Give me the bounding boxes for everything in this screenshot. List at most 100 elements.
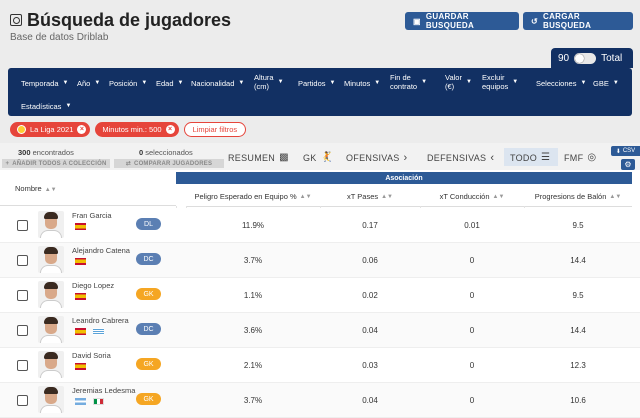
filter-nacionalidad[interactable]: Nacionalidad ▼ [191, 79, 244, 88]
position-badge: GK [136, 288, 161, 300]
caret-down-icon: ▼ [277, 78, 284, 85]
filter-estadisticas[interactable]: Estadísticas ▼ [21, 102, 71, 111]
page-subtitle: Base de datos Driblab [10, 32, 109, 43]
target-icon: ◎ [587, 152, 597, 163]
sort-icon: ▲▼ [492, 193, 505, 200]
tab-resumen[interactable]: RESUMEN ▩ [228, 152, 289, 163]
col-header-peligro[interactable]: Peligro Esperado en Equipo % ▲▼ [186, 187, 320, 207]
caret-down-icon: ▼ [612, 80, 619, 86]
filter-edad[interactable]: Edad ▼ [156, 79, 183, 88]
close-icon[interactable]: × [165, 125, 175, 134]
filter-temporada[interactable]: Temporada ▼ [21, 79, 68, 88]
player-avatar [38, 246, 64, 273]
compare-players-button[interactable]: ⇄ COMPARAR JUGADORES [114, 159, 224, 168]
player-name[interactable]: David Soria [72, 351, 111, 360]
player-avatar [38, 211, 64, 238]
metric-cell: 9.5 [572, 291, 584, 300]
filter-gbe[interactable]: GBE ▼ [593, 79, 619, 88]
row-checkbox[interactable] [17, 290, 28, 301]
metric-cell: 0.02 [362, 291, 378, 300]
tab-defensivas[interactable]: DEFENSIVAS ‹ [427, 152, 494, 164]
metric-cell: 0 [469, 326, 475, 335]
metric-cell: 3.6% [243, 326, 263, 335]
tab-ofensivas[interactable]: OFENSIVAS › [346, 152, 408, 164]
caret-down-icon: ▼ [94, 80, 101, 86]
filter-excluir-equipos[interactable]: Excluir equipos ▼ [482, 73, 518, 91]
add-all-to-collection-button[interactable]: + AÑADIR TODOS A COLECCIÓN [2, 159, 110, 168]
position-badge: DC [136, 253, 161, 265]
league-logo-icon [17, 125, 26, 134]
close-icon[interactable]: × [77, 125, 87, 134]
tab-todo[interactable]: TODO ☰ [510, 152, 550, 163]
filter-valor[interactable]: Valor (€) ▼ [445, 73, 472, 91]
metric-cell: 0.04 [362, 326, 378, 335]
player-name[interactable]: Leandro Cabrera [72, 316, 129, 325]
table-row[interactable]: Diego Lopez GK 1.1% 0.02 0 9.5 [0, 278, 640, 313]
filter-partidos[interactable]: Partidos ▼ [298, 79, 335, 88]
table-row[interactable]: Leandro Cabrera DC 3.6% 0.04 0 14.4 [0, 313, 640, 348]
chip-minutes: Minutos min.: 500 × [95, 122, 179, 137]
sort-icon: ▲▼ [609, 193, 622, 200]
gear-icon: ⚙ [624, 160, 632, 169]
metric-cell: 0.01 [464, 221, 480, 230]
row-checkbox[interactable] [17, 325, 28, 336]
metric-cell: 14.4 [570, 256, 586, 265]
metric-cell: 0 [469, 291, 475, 300]
col-header-progresiones[interactable]: Progresions de Balón ▲▼ [524, 187, 632, 207]
col-header-xt-conduccion[interactable]: xT Conducción ▲▼ [420, 187, 524, 207]
position-badge: GK [136, 393, 161, 405]
association-group-header: Asociación [176, 172, 632, 184]
total-toggle-panel: 90 Total [551, 48, 633, 68]
list-icon: ☰ [541, 152, 551, 163]
row-checkbox[interactable] [17, 255, 28, 266]
caret-down-icon: ▼ [141, 80, 148, 86]
total-toggle-switch[interactable] [574, 52, 597, 64]
active-filter-chips: La Liga 2021 × Minutos min.: 500 × Limpi… [10, 122, 247, 137]
row-checkbox[interactable] [17, 220, 28, 231]
metric-cell: 2.1% [243, 361, 263, 370]
caret-down-icon: ▼ [374, 80, 381, 86]
row-checkbox[interactable] [17, 360, 28, 371]
compare-icon: ⇄ [125, 161, 132, 167]
player-name[interactable]: Jeremias Ledesma [72, 386, 135, 395]
chip-league: La Liga 2021 × [10, 122, 91, 137]
table-row[interactable]: Jeremias Ledesma GK 3.7% 0.04 0 10.6 [0, 383, 640, 418]
save-search-button[interactable]: ▣ GUARDAR BUSQUEDA [405, 12, 519, 30]
player-name[interactable]: Alejandro Catena [72, 246, 130, 255]
table-row[interactable]: Fran Garcia DL 11.9% 0.17 0.01 9.5 [0, 208, 640, 243]
name-column-header: Nombre ▲▼ [0, 170, 176, 206]
sort-icon: ▲▼ [44, 187, 57, 193]
flag-es-icon [75, 328, 86, 335]
metric-cell: 3.7% [243, 256, 263, 265]
table-row[interactable]: David Soria GK 2.1% 0.03 0 12.3 [0, 348, 640, 383]
filter-altura[interactable]: Altura (cm) ▼ [254, 73, 296, 91]
soccer-ball-icon [10, 14, 22, 26]
caret-down-icon: ▼ [177, 80, 184, 86]
metric-cell: 9.5 [572, 221, 584, 230]
position-badge: DL [136, 218, 161, 230]
goalkeeper-icon: 🤾 [320, 152, 334, 163]
load-search-button[interactable]: ↺ CARGAR BUSQUEDA [523, 12, 633, 30]
tab-gk[interactable]: GK 🤾 [303, 152, 333, 163]
player-name[interactable]: Fran Garcia [72, 211, 112, 220]
settings-gear-button[interactable]: ⚙ [621, 159, 635, 170]
history-icon: ↺ [531, 16, 539, 26]
filter-selecciones[interactable]: Selecciones ▼ [536, 79, 586, 88]
caret-down-icon: ▼ [62, 80, 69, 86]
filter-posicion[interactable]: Posición ▼ [109, 79, 147, 88]
table-row[interactable]: Alejandro Catena DC 3.7% 0.06 0 14.4 [0, 243, 640, 278]
row-checkbox[interactable] [17, 395, 28, 406]
flag-it-icon [93, 398, 104, 405]
filter-fin-contrato[interactable]: Fin de contrato ▼ [390, 73, 427, 91]
tab-fmf[interactable]: FMF ◎ [564, 152, 596, 163]
floppy-disk-icon: ▣ [413, 16, 421, 26]
csv-download-button[interactable]: ⬇ CSV [611, 146, 640, 156]
player-avatar [38, 351, 64, 378]
filter-minutos[interactable]: Minutos ▼ [344, 79, 380, 88]
metric-cell: 0.17 [362, 221, 378, 230]
position-badge: DC [136, 323, 161, 335]
clear-filters-button[interactable]: Limpiar filtros [183, 122, 247, 137]
col-header-xt-pases[interactable]: xT Pases ▲▼ [320, 187, 420, 207]
player-name[interactable]: Diego Lopez [72, 281, 114, 290]
filter-ano[interactable]: Año ▼ [77, 79, 100, 88]
